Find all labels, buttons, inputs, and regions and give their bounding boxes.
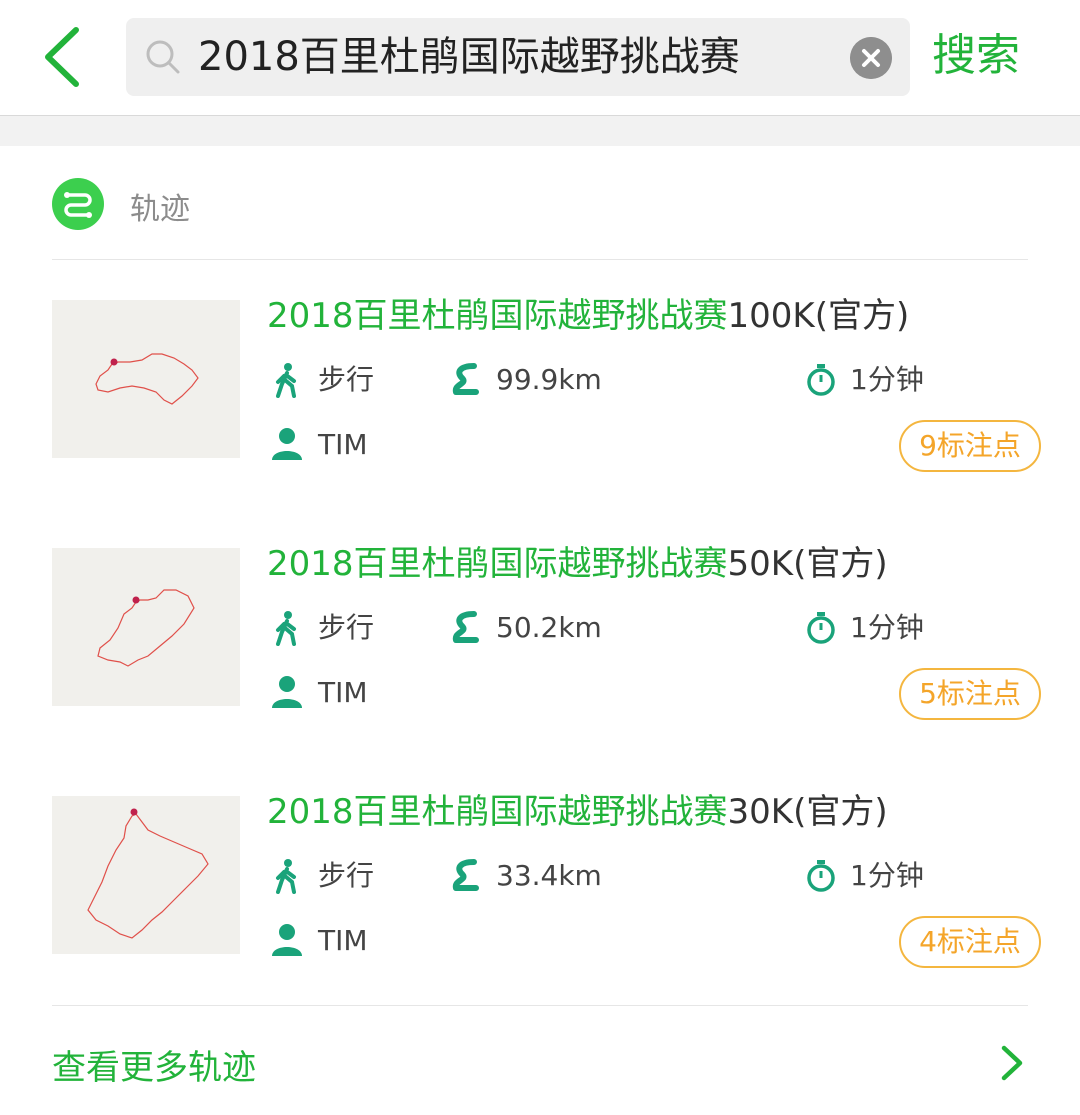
- back-chevron-icon[interactable]: [38, 24, 88, 90]
- distance: 50.2km: [496, 611, 602, 644]
- distance: 33.4km: [496, 859, 602, 892]
- marker-count-badge[interactable]: 9标注点: [899, 420, 1041, 472]
- stopwatch-icon: [807, 364, 835, 396]
- search-button[interactable]: 搜索: [932, 26, 1020, 86]
- track-icon: [52, 178, 104, 230]
- track-title-suffix: 30K(官方): [727, 792, 888, 832]
- view-more-tracks-link[interactable]: 查看更多轨迹: [52, 1040, 256, 1089]
- author-name[interactable]: TIM: [318, 673, 368, 713]
- walking-icon: [276, 611, 296, 646]
- duration: 1分钟: [850, 611, 924, 644]
- user-icon: [272, 676, 302, 708]
- top-bar: 搜索: [0, 0, 1080, 116]
- track-title-highlight: 2018百里杜鹃国际越野挑战赛: [267, 544, 728, 584]
- walking-icon: [276, 859, 296, 894]
- user-icon: [272, 924, 302, 956]
- travel-mode: 步行: [318, 363, 375, 396]
- track-title-suffix: 50K(官方): [727, 544, 888, 584]
- search-box[interactable]: [126, 18, 910, 96]
- section-gap: [0, 116, 1080, 146]
- route-thumbnail: [52, 548, 240, 706]
- track-result-item[interactable]: 2018百里杜鹃国际越野挑战赛30K(官方) 步行 33.4km 1分钟 TIM…: [52, 792, 1042, 996]
- walking-icon: [276, 363, 296, 398]
- author-name[interactable]: TIM: [318, 921, 368, 961]
- track-title[interactable]: 2018百里杜鹃国际越野挑战赛30K(官方): [267, 788, 888, 836]
- divider: [52, 259, 1028, 260]
- route-thumbnail: [52, 796, 240, 954]
- travel-mode: 步行: [318, 859, 375, 892]
- user-icon: [272, 428, 302, 460]
- route-icon: [452, 363, 479, 395]
- marker-count-badge[interactable]: 4标注点: [899, 916, 1041, 968]
- route-icon: [452, 611, 479, 643]
- route-icon: [452, 859, 479, 891]
- track-title-highlight: 2018百里杜鹃国际越野挑战赛: [267, 792, 728, 832]
- travel-mode: 步行: [318, 611, 375, 644]
- marker-count-badge[interactable]: 5标注点: [899, 668, 1041, 720]
- track-title[interactable]: 2018百里杜鹃国际越野挑战赛50K(官方): [267, 540, 888, 588]
- track-title[interactable]: 2018百里杜鹃国际越野挑战赛100K(官方): [267, 292, 909, 340]
- track-title-highlight: 2018百里杜鹃国际越野挑战赛: [267, 296, 728, 336]
- divider: [52, 1005, 1028, 1006]
- clear-icon[interactable]: [850, 37, 892, 79]
- author-name[interactable]: TIM: [318, 425, 368, 465]
- stopwatch-icon: [807, 860, 835, 892]
- duration: 1分钟: [850, 859, 924, 892]
- section-label: 轨迹: [130, 192, 190, 227]
- search-input[interactable]: [198, 18, 838, 96]
- stopwatch-icon: [807, 612, 835, 644]
- route-thumbnail: [52, 300, 240, 458]
- track-result-item[interactable]: 2018百里杜鹃国际越野挑战赛100K(官方) 步行 99.9km 1分钟 TI…: [52, 296, 1042, 500]
- duration: 1分钟: [850, 363, 924, 396]
- track-result-item[interactable]: 2018百里杜鹃国际越野挑战赛50K(官方) 步行 50.2km 1分钟 TIM…: [52, 544, 1042, 748]
- distance: 99.9km: [496, 363, 602, 396]
- track-title-suffix: 100K(官方): [727, 296, 910, 336]
- search-icon: [146, 40, 180, 74]
- chevron-right-icon[interactable]: [996, 1042, 1026, 1084]
